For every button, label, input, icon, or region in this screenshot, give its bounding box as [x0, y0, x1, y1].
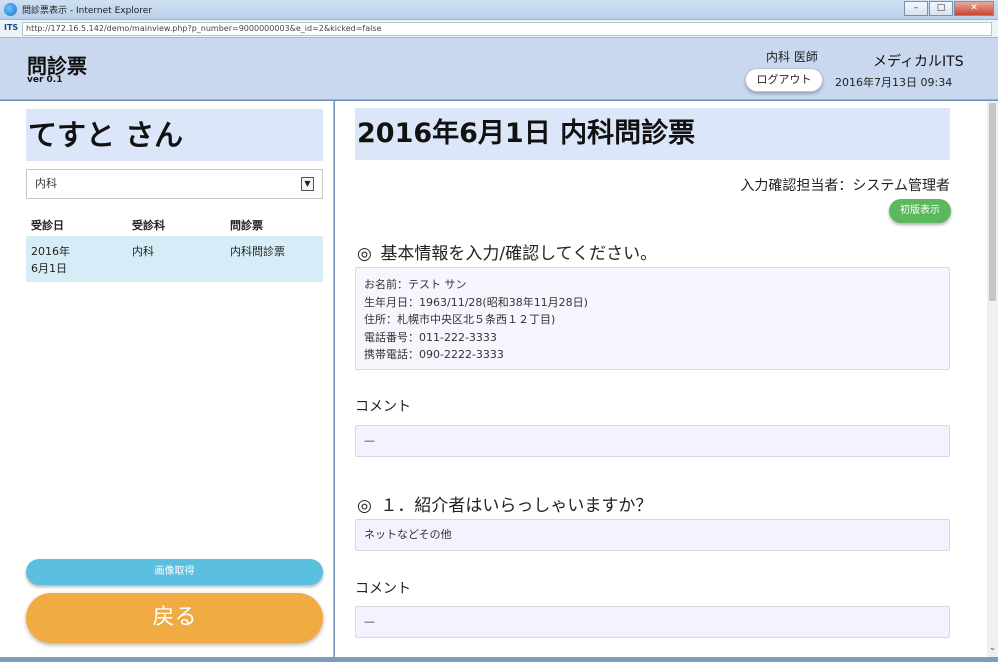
section-mark-icon: ◎	[357, 244, 372, 264]
get-image-button[interactable]: 画像取得	[26, 559, 323, 585]
history-table-header: 受診日 受診科 問診票	[26, 213, 323, 235]
comment-field-2[interactable]: —	[355, 606, 950, 638]
document-title: 2016年6月1日 内科問診票	[355, 108, 950, 160]
app-version: ver 0.1	[27, 75, 63, 85]
questionnaire-main: 2016年6月1日 内科問診票 入力確認担当者：システム管理者 初版表示 ◎ 基…	[335, 101, 987, 657]
question-1-answer[interactable]: ネットなどその他	[355, 519, 950, 551]
main-scrollbar[interactable]: ⌄	[987, 101, 998, 657]
window-controls: – □ ✕	[903, 1, 994, 16]
chevron-down-icon[interactable]: ▼	[301, 177, 314, 191]
history-row[interactable]: 2016年 6月1日 内科 内科問診票	[26, 236, 323, 282]
window-titlebar: 問診票表示 - Internet Explorer – □ ✕	[0, 0, 998, 20]
user-role: 内科 医師	[766, 50, 818, 64]
header-form: 問診票	[230, 219, 263, 232]
basic-info-section-title: ◎ 基本情報を入力/確認してください。	[357, 239, 657, 264]
app-header: 問診票 ver 0.1 内科 医師 ログアウト メディカルITS 2016年7月…	[0, 38, 998, 100]
comment-label-2: コメント	[355, 581, 411, 597]
patient-sidebar: てすと さん 内科 ▼ 受診日 受診科 問診票 2016年 6月1日 内科 内科問…	[0, 101, 334, 657]
question-1-title: ◎ １．紹介者はいらっしゃいますか？	[357, 491, 652, 516]
first-version-button[interactable]: 初版表示	[889, 199, 951, 223]
maximize-button[interactable]: □	[929, 1, 953, 16]
logout-button[interactable]: ログアウト	[745, 68, 823, 92]
window-bottom-border	[0, 657, 998, 662]
basic-info-title-text: 基本情報を入力/確認してください。	[380, 244, 658, 264]
comment-field-1[interactable]: —	[355, 425, 950, 457]
info-mobile: 携帯電話：090-2222-3333	[364, 348, 504, 362]
history-row-form: 内科問診票	[230, 245, 285, 258]
info-name: お名前：テスト サン	[364, 278, 467, 291]
header-department: 受診科	[132, 219, 165, 232]
section-mark-icon: ◎	[357, 496, 372, 516]
scrollbar-thumb[interactable]	[989, 103, 996, 301]
patient-name: てすと さん	[26, 109, 323, 161]
history-row-date: 2016年 6月1日	[31, 245, 70, 275]
internet-explorer-icon	[4, 3, 17, 16]
current-datetime: 2016年7月13日 09:34	[835, 76, 953, 89]
basic-info-box: お名前：テスト サン 生年月日：1963/11/28(昭和38年11月28日) …	[355, 267, 950, 370]
brand-name: メディカルITS	[873, 54, 964, 70]
minimize-button[interactable]: –	[904, 1, 928, 16]
question-1-text: １．紹介者はいらっしゃいますか？	[380, 496, 653, 516]
comment-label-1: コメント	[355, 399, 411, 415]
department-select-value: 内科	[35, 177, 57, 190]
site-favicon-icon: ITS	[4, 23, 19, 32]
url-field[interactable]: http://172.16.5.142/demo/mainview.php?p_…	[22, 22, 992, 36]
back-button[interactable]: 戻る	[26, 593, 323, 643]
window-title: 問診票表示 - Internet Explorer	[22, 6, 153, 16]
scroll-down-icon[interactable]: ⌄	[987, 643, 998, 653]
history-row-department: 内科	[132, 245, 154, 258]
header-visit-date: 受診日	[31, 219, 64, 232]
close-button[interactable]: ✕	[954, 1, 994, 16]
department-select[interactable]: 内科 ▼	[26, 169, 323, 199]
info-birthdate: 生年月日：1963/11/28(昭和38年11月28日)	[364, 295, 588, 309]
info-phone: 電話番号：011-222-3333	[364, 330, 497, 344]
info-address: 住所：札幌市中央区北５条西１２丁目)	[364, 313, 556, 327]
input-confirmer: 入力確認担当者：システム管理者	[740, 178, 950, 194]
address-bar: ITS http://172.16.5.142/demo/mainview.ph…	[0, 20, 998, 38]
